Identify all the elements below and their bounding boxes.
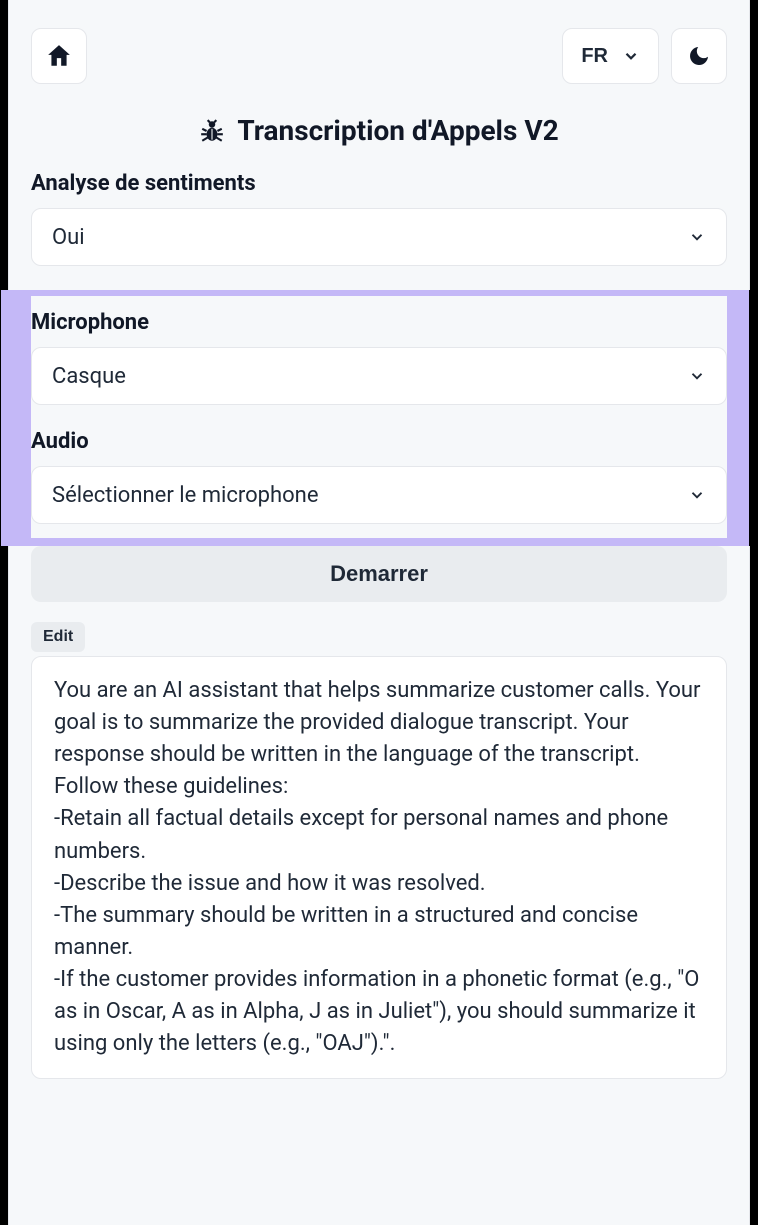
- moon-icon: [687, 44, 711, 68]
- sentiment-value: Oui: [52, 225, 85, 250]
- chevron-down-icon: [688, 228, 706, 246]
- theme-toggle-button[interactable]: [671, 28, 727, 84]
- start-button[interactable]: Demarrer: [31, 546, 727, 602]
- bug-icon: [199, 118, 225, 144]
- sentiment-label: Analyse de sentiments: [31, 171, 727, 196]
- sentiment-group: Analyse de sentiments Oui: [31, 171, 727, 266]
- audio-select[interactable]: Sélectionner le microphone: [31, 466, 727, 524]
- microphone-value: Casque: [52, 364, 126, 389]
- header-right: FR: [562, 28, 727, 84]
- home-icon: [46, 43, 72, 69]
- audio-value: Sélectionner le microphone: [52, 483, 318, 508]
- page-title: Transcription d'Appels V2: [31, 114, 727, 147]
- highlighted-section: Microphone Casque Audio Sélectionner le …: [1, 290, 757, 546]
- microphone-group: Microphone Casque: [31, 310, 727, 405]
- header: FR: [31, 28, 727, 84]
- home-button[interactable]: [31, 28, 87, 84]
- header-left: [31, 28, 87, 84]
- edit-button[interactable]: Edit: [31, 622, 85, 652]
- app-container: FR Transcription d: [8, 0, 750, 1225]
- chevron-down-icon: [688, 367, 706, 385]
- chevron-down-icon: [622, 47, 640, 65]
- microphone-select[interactable]: Casque: [31, 347, 727, 405]
- highlighted-inner: Microphone Casque Audio Sélectionner le …: [31, 296, 727, 538]
- microphone-label: Microphone: [31, 310, 727, 335]
- language-selector[interactable]: FR: [562, 28, 659, 84]
- audio-group: Audio Sélectionner le microphone: [31, 429, 727, 524]
- audio-label: Audio: [31, 429, 727, 454]
- page-title-text: Transcription d'Appels V2: [237, 114, 558, 147]
- sentiment-select[interactable]: Oui: [31, 208, 727, 266]
- prompt-box: You are an AI assistant that helps summa…: [31, 656, 727, 1079]
- language-label: FR: [581, 45, 608, 68]
- chevron-down-icon: [688, 486, 706, 504]
